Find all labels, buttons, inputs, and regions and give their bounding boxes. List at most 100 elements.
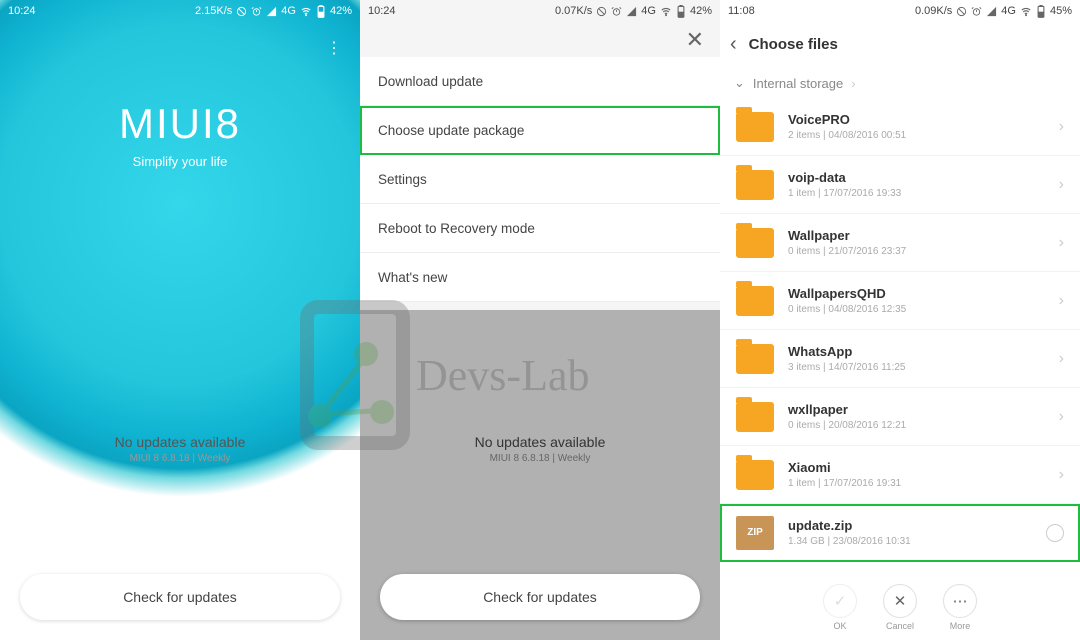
noupdate-title: No updates available [360, 434, 720, 450]
wifi-icon [1020, 6, 1032, 17]
dnd-icon [236, 6, 247, 17]
file-meta: 0 items | 20/08/2016 12:21 [788, 420, 1045, 431]
menu-topbar: ✕ [360, 22, 720, 57]
back-icon[interactable]: ‹ [730, 33, 737, 56]
speed-indicator: 0.09K/s [915, 5, 952, 17]
file-name: wxllpaper [788, 402, 1045, 417]
clock: 11:08 [728, 5, 755, 17]
file-name: voip-data [788, 170, 1045, 185]
close-icon: ✕ [883, 584, 917, 618]
updater-home-screen: 10:24 2.15K/s 4G 42% ⋮ MIUI8 Simplify yo… [0, 0, 360, 640]
status-icons: 2.15K/s 4G 42% [195, 5, 352, 18]
chevron-right-icon: › [1059, 408, 1064, 426]
statusbar: 10:24 2.15K/s 4G 42% [0, 0, 360, 22]
folder-icon [736, 402, 774, 432]
file-picker-screen: 11:08 0.09K/s 4G 45% ‹ Choose files ⌄ In… [720, 0, 1080, 640]
check-updates-button[interactable]: Check for updates [380, 574, 700, 620]
menu-item-label: Download update [378, 74, 483, 89]
folder-row[interactable]: WallpapersQHD0 items | 04/08/2016 12:35 … [720, 272, 1080, 330]
chevron-right-icon: › [851, 76, 855, 91]
alarm-icon [971, 6, 982, 17]
more-button[interactable]: ⋯ More [943, 584, 977, 631]
status-icons: 0.07K/s 4G 42% [555, 5, 712, 18]
network-label: 4G [1001, 5, 1016, 17]
alarm-icon [251, 6, 262, 17]
folder-icon [736, 170, 774, 200]
noupdate-sub: MIUI 8 6.8.18 | Weekly [360, 453, 720, 464]
folder-icon [736, 344, 774, 374]
menu-item-label: What's new [378, 270, 447, 285]
breadcrumb-label: Internal storage [753, 76, 843, 91]
miui-logo: MIUI8 Simplify your life [0, 100, 360, 169]
statusbar: 11:08 0.09K/s 4G 45% [720, 0, 1080, 22]
close-icon[interactable]: ✕ [686, 27, 704, 53]
file-meta: 0 items | 04/08/2016 12:35 [788, 304, 1045, 315]
page-title: Choose files [749, 36, 838, 53]
menu-whats-new[interactable]: What's new [360, 253, 720, 302]
folder-row[interactable]: Wallpaper0 items | 21/07/2016 23:37 › [720, 214, 1080, 272]
menu-reboot-recovery[interactable]: Reboot to Recovery mode [360, 204, 720, 253]
speed-indicator: 0.07K/s [555, 5, 592, 17]
chevron-right-icon: › [1059, 350, 1064, 368]
check-updates-label: Check for updates [123, 589, 237, 605]
status-icons: 0.09K/s 4G 45% [915, 5, 1072, 18]
noupdate-sub: MIUI 8 6.8.18 | Weekly [0, 453, 360, 464]
check-updates-button[interactable]: Check for updates [20, 574, 340, 620]
chevron-right-icon: › [1059, 292, 1064, 310]
file-meta: 1 item | 17/07/2016 19:33 [788, 188, 1045, 199]
folder-icon [736, 228, 774, 258]
radio-unselected[interactable] [1046, 524, 1064, 542]
check-updates-label: Check for updates [483, 589, 597, 605]
action-label: Cancel [886, 621, 914, 631]
folder-row[interactable]: wxllpaper 0 items | 20/08/2016 12:21 › [720, 388, 1080, 446]
file-meta: 2 items | 04/08/2016 00:51 [788, 130, 1045, 141]
menu-item-label: Settings [378, 172, 427, 187]
file-row-update-zip[interactable]: ZIP update.zip 1.34 GB | 23/08/2016 10:31 [720, 504, 1080, 562]
network-label: 4G [641, 5, 656, 17]
signal-icon [986, 6, 997, 17]
clock: 10:24 [8, 5, 36, 17]
noupdate-title: No updates available [0, 434, 360, 450]
file-meta: 1 item | 17/07/2016 19:31 [788, 478, 1045, 489]
more-icon: ⋯ [943, 584, 977, 618]
menu-download-update[interactable]: Download update [360, 57, 720, 106]
battery-icon [1036, 5, 1046, 18]
ok-button[interactable]: ✓OK [823, 584, 857, 631]
menu-choose-update-package[interactable]: Choose update package [360, 106, 720, 155]
file-picker-header: ‹ Choose files [720, 22, 1080, 66]
file-name: Xiaomi [788, 460, 1045, 475]
clock: 10:24 [368, 5, 396, 17]
statusbar: 10:24 0.07K/s 4G 42% [360, 0, 720, 22]
chevron-down-icon: ⌄ [734, 75, 745, 91]
update-status: No updates available MIUI 8 6.8.18 | Wee… [0, 434, 360, 464]
chevron-right-icon: › [1059, 466, 1064, 484]
network-label: 4G [281, 5, 296, 17]
breadcrumb[interactable]: ⌄ Internal storage › [720, 66, 1080, 100]
menu-settings[interactable]: Settings [360, 155, 720, 204]
action-label: More [950, 621, 971, 631]
battery-percent: 42% [330, 5, 352, 17]
battery-icon [316, 5, 326, 18]
folder-row[interactable]: Xiaomi 1 item | 17/07/2016 19:31 › [720, 446, 1080, 504]
alarm-icon [611, 6, 622, 17]
folder-row[interactable]: voip-data 1 item | 17/07/2016 19:33 › [720, 156, 1080, 214]
overflow-menu-icon[interactable]: ⋮ [326, 38, 342, 58]
battery-icon [676, 5, 686, 18]
file-meta: 3 items | 14/07/2016 11:25 [788, 362, 1045, 373]
folder-icon [736, 286, 774, 316]
file-meta: 1.34 GB | 23/08/2016 10:31 [788, 536, 1032, 547]
zip-icon: ZIP [736, 516, 774, 550]
folder-row[interactable]: WhatsApp3 items | 14/07/2016 11:25 › [720, 330, 1080, 388]
chevron-right-icon: › [1059, 118, 1064, 136]
menu-list: Download update Choose update package Se… [360, 57, 720, 302]
file-list[interactable]: VoicePRO 2 items | 04/08/2016 00:51 › voi… [720, 98, 1080, 570]
file-name: update.zip [788, 518, 1032, 533]
logo-subtitle: Simplify your life [0, 154, 360, 169]
signal-icon [626, 6, 637, 17]
signal-icon [266, 6, 277, 17]
cancel-button[interactable]: ✕ Cancel [883, 584, 917, 631]
chevron-right-icon: › [1059, 176, 1064, 194]
check-icon: ✓ [823, 584, 857, 618]
file-name: VoicePRO [788, 112, 1045, 127]
folder-row[interactable]: VoicePRO 2 items | 04/08/2016 00:51 › [720, 98, 1080, 156]
